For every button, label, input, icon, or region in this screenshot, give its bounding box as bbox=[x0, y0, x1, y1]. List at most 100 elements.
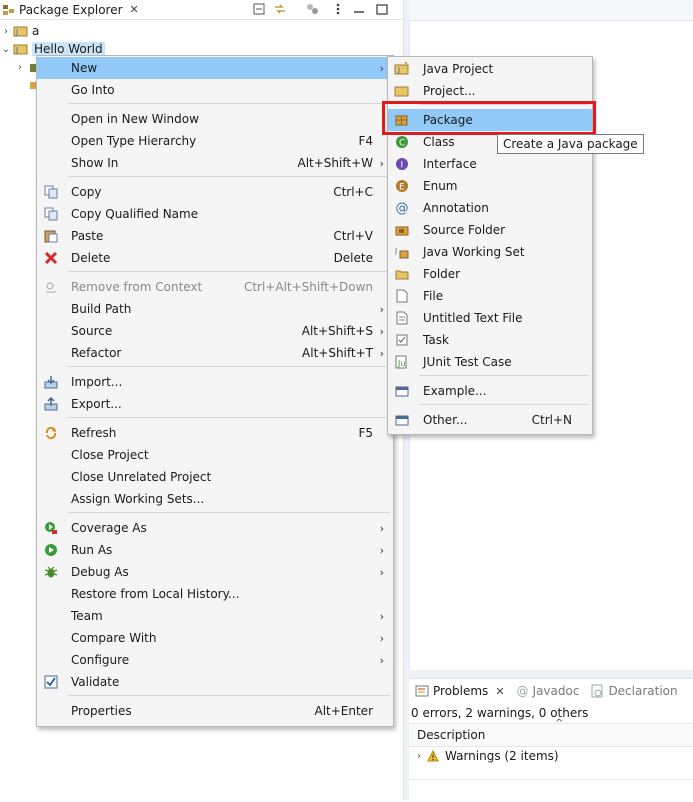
submenu-item-file[interactable]: File bbox=[388, 285, 592, 307]
validate-check-icon bbox=[43, 674, 59, 690]
menu-item-coverage-as[interactable]: Coverage As › bbox=[37, 517, 393, 539]
menu-item-label: Close Project bbox=[71, 448, 149, 462]
tab-javadoc[interactable]: @ Javadoc bbox=[511, 680, 586, 702]
close-icon[interactable]: ✕ bbox=[495, 685, 504, 698]
java-project-icon: J bbox=[13, 44, 28, 55]
menu-item-team[interactable]: Team › bbox=[37, 605, 393, 627]
menu-separator bbox=[68, 176, 390, 177]
menu-item-open-type-hierarchy[interactable]: Open Type Hierarchy F4 bbox=[37, 130, 393, 152]
delete-icon bbox=[43, 250, 59, 266]
view-sash[interactable] bbox=[409, 670, 693, 678]
menu-item-open-in-new-window[interactable]: Open in New Window bbox=[37, 108, 393, 130]
submenu-item-interface[interactable]: I Interface bbox=[388, 153, 592, 175]
run-icon bbox=[43, 542, 59, 558]
file-icon bbox=[394, 288, 410, 304]
problems-table-header: Description ^ bbox=[409, 718, 693, 747]
submenu-item-untitled-text-file[interactable]: Untitled Text File bbox=[388, 307, 592, 329]
menu-item-accelerator: Ctrl+C bbox=[333, 185, 373, 199]
submenu-item-java-working-set[interactable]: J Java Working Set bbox=[388, 241, 592, 263]
problems-row-label: Warnings (2 items) bbox=[445, 749, 559, 763]
submenu-item-other[interactable]: Other... Ctrl+N bbox=[388, 409, 592, 431]
maximize-icon[interactable] bbox=[375, 2, 389, 16]
problems-view: Problems ✕ @ Javadoc Declaration 0 error… bbox=[409, 678, 693, 801]
close-icon[interactable]: ✕ bbox=[130, 3, 139, 16]
view-menu-icon[interactable] bbox=[331, 2, 345, 16]
menu-item-label: Coverage As bbox=[71, 521, 147, 535]
submenu-item-annotation[interactable]: @ Annotation bbox=[388, 197, 592, 219]
menu-item-properties[interactable]: Properties Alt+Enter bbox=[37, 700, 393, 722]
chevron-right-icon[interactable]: › bbox=[417, 751, 421, 762]
task-icon bbox=[394, 332, 410, 348]
menu-item-build-path[interactable]: Build Path › bbox=[37, 298, 393, 320]
submenu-arrow-icon: › bbox=[379, 631, 384, 645]
submenu-item-example[interactable]: Example... bbox=[388, 380, 592, 402]
submenu-item-label: Source Folder bbox=[423, 223, 506, 237]
tooltip: Create a Java package bbox=[497, 134, 644, 154]
minimize-icon[interactable] bbox=[352, 2, 366, 16]
submenu-item-label: Project... bbox=[423, 84, 476, 98]
submenu-arrow-icon: › bbox=[379, 61, 384, 75]
menu-item-copy-qualified-name[interactable]: Copy Qualified Name bbox=[37, 203, 393, 225]
menu-item-label: Compare With bbox=[71, 631, 157, 645]
menu-item-show-in[interactable]: Show In Alt+Shift+W › bbox=[37, 152, 393, 174]
link-with-editor-icon[interactable] bbox=[273, 2, 287, 16]
submenu-item-junit-test-case[interactable]: Ju JUnit Test Case bbox=[388, 351, 592, 373]
tab-problems[interactable]: Problems ✕ bbox=[409, 680, 511, 702]
chevron-right-icon[interactable]: › bbox=[18, 62, 22, 73]
submenu-arrow-icon: › bbox=[379, 521, 384, 535]
tree-item-a[interactable]: › J a bbox=[0, 22, 39, 40]
submenu-item-project[interactable]: Project... bbox=[388, 80, 592, 102]
menu-item-compare-with[interactable]: Compare With › bbox=[37, 627, 393, 649]
menu-item-export[interactable]: Export... bbox=[37, 393, 393, 415]
menu-item-copy[interactable]: Copy Ctrl+C bbox=[37, 181, 393, 203]
menu-item-source[interactable]: Source Alt+Shift+S › bbox=[37, 320, 393, 342]
submenu-arrow-icon: › bbox=[379, 609, 384, 623]
menu-item-remove-from-context[interactable]: Remove from Context Ctrl+Alt+Shift+Down bbox=[37, 276, 393, 298]
menu-item-refresh[interactable]: Refresh F5 bbox=[37, 422, 393, 444]
submenu-arrow-icon: › bbox=[379, 324, 384, 338]
menu-item-label: Team bbox=[71, 609, 103, 623]
menu-item-label: Copy Qualified Name bbox=[71, 207, 199, 221]
menu-separator bbox=[419, 375, 589, 376]
problems-row-warnings[interactable]: › Warnings (2 items) bbox=[417, 747, 559, 765]
menu-item-assign-working-sets[interactable]: Assign Working Sets... bbox=[37, 488, 393, 510]
menu-item-close-unrelated-project[interactable]: Close Unrelated Project bbox=[37, 466, 393, 488]
submenu-item-enum[interactable]: E Enum bbox=[388, 175, 592, 197]
menu-item-run-as[interactable]: Run As › bbox=[37, 539, 393, 561]
menu-item-delete[interactable]: Delete Delete bbox=[37, 247, 393, 269]
annotation-highlight-box bbox=[382, 101, 596, 135]
menu-item-configure[interactable]: Configure › bbox=[37, 649, 393, 671]
interface-icon: I bbox=[394, 156, 410, 172]
submenu-item-label: Folder bbox=[423, 267, 461, 281]
menu-item-import[interactable]: Import... bbox=[37, 371, 393, 393]
svg-text:J: J bbox=[395, 247, 397, 255]
menu-item-refactor[interactable]: Refactor Alt+Shift+T › bbox=[37, 342, 393, 364]
menu-item-label: Refresh bbox=[71, 426, 117, 440]
package-explorer-tab-title: Package Explorer bbox=[19, 2, 123, 17]
chevron-down-icon[interactable]: ⌄ bbox=[0, 43, 12, 55]
chevron-right-icon[interactable]: › bbox=[0, 25, 12, 37]
menu-item-restore-from-local-history[interactable]: Restore from Local History... bbox=[37, 583, 393, 605]
text-file-icon bbox=[394, 310, 410, 326]
focus-task-icon[interactable] bbox=[305, 2, 319, 16]
working-set-icon: J bbox=[394, 244, 410, 260]
submenu-item-label: Interface bbox=[423, 157, 477, 171]
menu-item-validate[interactable]: Validate bbox=[37, 671, 393, 693]
tab-declaration[interactable]: Declaration bbox=[585, 680, 683, 702]
submenu-item-java-project[interactable]: J Java Project bbox=[388, 58, 592, 80]
submenu-item-label: Enum bbox=[423, 179, 458, 193]
submenu-item-source-folder[interactable]: Source Folder bbox=[388, 219, 592, 241]
package-explorer-tab[interactable]: Package Explorer ✕ bbox=[0, 0, 139, 19]
column-header-description[interactable]: Description bbox=[417, 728, 485, 742]
menu-item-go-into[interactable]: Go Into bbox=[37, 79, 393, 101]
sort-indicator-icon: ^ bbox=[555, 718, 564, 729]
collapse-all-icon[interactable] bbox=[252, 2, 266, 16]
menu-item-paste[interactable]: Paste Ctrl+V bbox=[37, 225, 393, 247]
menu-item-close-project[interactable]: Close Project bbox=[37, 444, 393, 466]
menu-item-debug-as[interactable]: Debug As › bbox=[37, 561, 393, 583]
submenu-item-task[interactable]: Task bbox=[388, 329, 592, 351]
submenu-item-folder[interactable]: Folder bbox=[388, 263, 592, 285]
declaration-icon bbox=[591, 684, 603, 698]
submenu-arrow-icon: › bbox=[379, 302, 384, 316]
menu-item-new[interactable]: New › bbox=[37, 57, 393, 79]
